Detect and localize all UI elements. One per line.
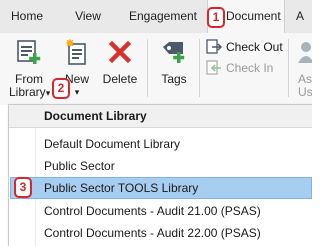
- tags-label: Tags: [161, 72, 187, 86]
- menu-item-label: Control Documents - Audit 21.00 (PSAS): [44, 204, 261, 218]
- menu-header: Document Library: [9, 105, 312, 128]
- tab-document-label: Document: [226, 9, 281, 23]
- delete-x-icon: [108, 40, 132, 64]
- tag-add-icon: [163, 42, 185, 63]
- new-document-icon: [66, 39, 86, 65]
- tab-engagement[interactable]: Engagement: [120, 0, 206, 33]
- tab-home[interactable]: Home: [2, 0, 52, 33]
- menu-item-control-documents-audit-22[interactable]: Control Documents - Audit 22.00 (PSAS): [10, 222, 312, 244]
- partial-label-2: Us: [298, 85, 312, 99]
- delete-label: Delete: [102, 72, 138, 86]
- user-icon: [298, 42, 312, 63]
- ribbon-separator: [199, 39, 200, 97]
- menu-item-label: Public Sector: [44, 159, 115, 173]
- delete-button[interactable]: Delete: [98, 33, 142, 101]
- tab-view[interactable]: View: [66, 0, 110, 33]
- ribbon-tab-strip: Home View Engagement Document A: [0, 0, 312, 34]
- menu-item-default-document-library[interactable]: Default Document Library: [10, 133, 312, 155]
- menu-item-label: Control Documents - Audit 22.00 (PSAS): [44, 226, 261, 240]
- menu-header-label: Document Library: [44, 109, 147, 123]
- ribbon-separator: [147, 39, 148, 97]
- callout-marker-1: 1: [207, 7, 225, 28]
- menu-item-control-documents-audit-21[interactable]: Control Documents - Audit 21.00 (PSAS): [10, 200, 312, 222]
- library-add-icon: [17, 40, 41, 64]
- ribbon-separator: [288, 39, 289, 97]
- menu-item-label: Public Sector TOOLS Library: [44, 181, 199, 195]
- callout-marker-2: 2: [52, 78, 70, 99]
- check-in-label: Check In: [226, 61, 274, 75]
- from-library-button[interactable]: From Library▾: [9, 33, 51, 101]
- from-library-label-line2: Library▾: [9, 85, 51, 100]
- chevron-down-icon: ▾: [45, 88, 51, 98]
- document-library-menu: Document Library Default Document Librar…: [8, 104, 312, 246]
- check-out-icon: [206, 39, 222, 54]
- callout-marker-3: 3: [14, 177, 32, 198]
- tags-button[interactable]: Tags: [154, 33, 194, 101]
- assign-user-button[interactable]: As Us: [294, 33, 312, 101]
- check-in-icon: [206, 60, 221, 75]
- menu-item-public-sector-tools-library[interactable]: Public Sector TOOLS Library: [10, 177, 312, 199]
- app-window: Home View Engagement Document A From Lib…: [0, 0, 312, 246]
- from-library-label-text: Library: [9, 85, 46, 99]
- menu-item-public-sector[interactable]: Public Sector: [10, 155, 312, 177]
- menu-item-label: Default Document Library: [44, 137, 181, 151]
- tab-partial[interactable]: A: [290, 0, 310, 33]
- check-out-label: Check Out: [226, 40, 283, 54]
- ribbon-panel: From Library▾ New ▾ Delete Tags Check Ou…: [0, 33, 312, 105]
